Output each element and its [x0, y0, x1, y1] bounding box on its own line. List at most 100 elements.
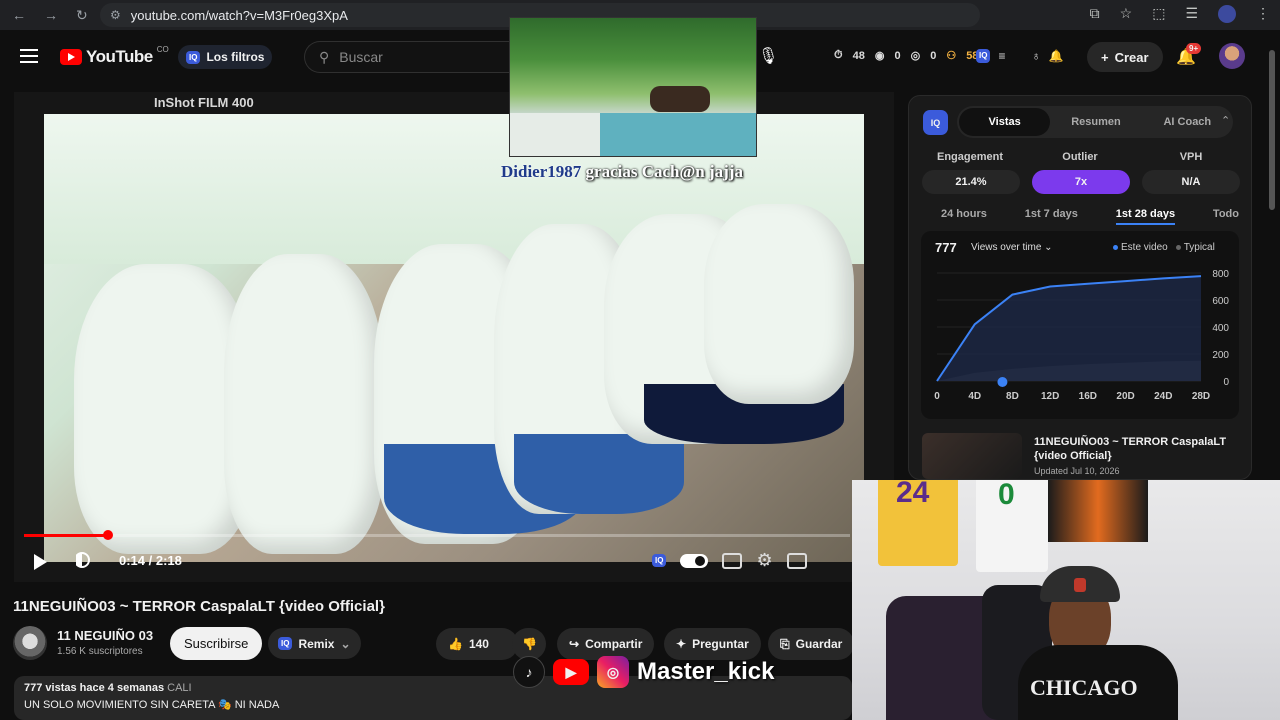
like-button[interactable]: 👍 140: [436, 628, 518, 660]
range-28d[interactable]: 1st 28 days: [1115, 208, 1176, 225]
cap-logo: [1074, 578, 1086, 592]
browser-nav: ← → ↻: [0, 7, 100, 24]
play-icon[interactable]: [34, 554, 47, 570]
create-label: Crear: [1114, 49, 1149, 65]
browser-menu-icon[interactable]: ⋮: [1256, 5, 1270, 23]
iq-ext-icon[interactable]: IQ: [976, 49, 991, 63]
bookmark-icon: ⎘: [780, 636, 790, 651]
progress-bar[interactable]: [24, 530, 850, 540]
x-tick-label: 24D: [1154, 391, 1172, 402]
metric-label-outlier: Outlier: [1062, 151, 1098, 163]
upload-marker-icon: [997, 377, 1008, 387]
white-jersey: 0: [976, 480, 1048, 572]
alert-icon[interactable]: 🔔: [1048, 49, 1063, 63]
yellow-jersey: 24: [878, 480, 958, 566]
extension-icons: IQ ≡ ♁ 🔔: [976, 49, 1063, 63]
trophy-icon[interactable]: ♁: [1031, 49, 1040, 63]
remix-button[interactable]: IQ Remix ⌄: [268, 628, 361, 659]
chat-username: Didier1987: [501, 162, 582, 181]
settings-gear-icon[interactable]: ⚙: [756, 550, 772, 571]
film-watermark: InShot FILM 400: [154, 95, 254, 110]
description-line: UN SOLO MOVIMIENTO SIN CARETA 🎭 NI NADA: [24, 699, 280, 711]
reload-icon[interactable]: ↻: [76, 7, 88, 24]
filters-button[interactable]: IQ Los filtros: [178, 45, 273, 69]
series-this-video-area: [937, 276, 1201, 381]
site-info-icon[interactable]: ⚙: [110, 8, 121, 22]
subscribe-button[interactable]: Suscribirse: [170, 627, 263, 660]
miniplayer-icon[interactable]: [786, 552, 807, 569]
jersey1-number: 24: [896, 480, 930, 509]
metric-value-vph: N/A: [1142, 170, 1240, 194]
cast-icon[interactable]: ⧉: [1090, 5, 1100, 23]
reading-list-icon[interactable]: ☰: [1185, 5, 1198, 23]
analytics-panel: IQ Vistas Resumen AI Coach ⌃ Engagement …: [908, 95, 1252, 480]
browser-profile-icon[interactable]: [1218, 5, 1236, 23]
range-24h[interactable]: 24 hours: [941, 208, 987, 225]
metric-label-vph: VPH: [1179, 151, 1203, 163]
y-tick-label: 0: [1223, 377, 1229, 388]
autoplay-toggle[interactable]: [680, 553, 709, 568]
sparkle-icon: ✦: [676, 637, 687, 651]
thumbs-down-icon: 👎: [522, 637, 537, 651]
youtube-logo[interactable]: YouTube CO: [60, 44, 169, 67]
range-selector: 24 hours 1st 7 days 1st 28 days Todo: [923, 208, 1239, 225]
youtube-play-icon: [60, 49, 82, 65]
forward-icon[interactable]: →: [44, 7, 58, 24]
save-button[interactable]: ⎘ Guardar: [768, 628, 855, 660]
tab-ai-coach[interactable]: AI Coach: [1142, 116, 1233, 128]
list-icon[interactable]: ≡: [998, 49, 1005, 63]
progress-fill: [24, 534, 107, 537]
notifications-bell-icon[interactable]: 🔔 9+: [1176, 43, 1202, 67]
country-code: CO: [156, 44, 169, 54]
back-icon[interactable]: ←: [12, 7, 26, 24]
related-video[interactable]: 11NEGUIÑO03 ~ TERROR CaspalaLT {video Of…: [922, 433, 1252, 479]
tab-resumen[interactable]: Resumen: [1050, 116, 1141, 128]
pip-overlay-video: [509, 17, 757, 157]
related-title[interactable]: 11NEGUIÑO03 ~ TERROR CaspalaLT {video Of…: [1034, 435, 1234, 463]
time-display: 0:14 / 2:18: [119, 553, 182, 568]
x-tick-label: 4D: [968, 391, 981, 402]
range-7d[interactable]: 1st 7 days: [1025, 208, 1078, 225]
volume-icon[interactable]: [74, 552, 90, 568]
desc-location: CALI: [167, 682, 192, 694]
player-controls: 0:14 / 2:18 IQ ⚙: [14, 544, 894, 580]
related-thumbnail[interactable]: [922, 433, 1022, 479]
metric-label-engagement: Engagement: [936, 151, 1003, 163]
captions-icon[interactable]: [722, 552, 743, 569]
tab-vistas[interactable]: Vistas: [959, 108, 1051, 136]
iq-player-icon[interactable]: IQ: [652, 554, 667, 567]
create-button[interactable]: + Crear: [1087, 42, 1163, 72]
logo-text: YouTube: [86, 47, 153, 66]
tiktok-icon: ♪: [513, 656, 545, 688]
hamburger-menu-icon[interactable]: [20, 49, 38, 63]
x-tick-label: 0: [934, 391, 940, 402]
video-player[interactable]: InShot FILM 400 0:14 / 2:18 IQ ⚙: [14, 92, 894, 582]
chevron-up-icon[interactable]: ⌃: [1221, 114, 1230, 127]
channel-avatar[interactable]: [13, 626, 47, 660]
range-all[interactable]: Todo: [1213, 208, 1239, 225]
notification-count: 9+: [1186, 43, 1202, 54]
microphone-icon[interactable]: 🎙: [758, 46, 778, 66]
eye-outline-icon: ◎: [910, 50, 921, 62]
extensions-icon[interactable]: ⬚: [1152, 5, 1165, 23]
x-tick-label: 28D: [1192, 391, 1210, 402]
progress-scrubber[interactable]: [102, 530, 113, 540]
account-avatar[interactable]: [1219, 43, 1245, 69]
search-input[interactable]: ⚲ Buscar: [304, 41, 514, 73]
webcam-overlay: 24 0 CHICAGO: [852, 480, 1280, 720]
pip-wall: [510, 113, 600, 156]
plus-icon: +: [1101, 49, 1109, 65]
ask-label: Preguntar: [692, 637, 749, 651]
channel-name[interactable]: 11 NEGUIÑO 03: [57, 628, 153, 643]
y-tick-label: 600: [1212, 296, 1229, 307]
panel-tabs: Vistas Resumen AI Coach: [957, 106, 1233, 138]
pip-pool: [600, 113, 756, 156]
search-placeholder: Buscar: [339, 49, 383, 65]
scrollbar-thumb[interactable]: [1269, 50, 1275, 210]
sneaker-2: [224, 254, 384, 554]
bookmark-star-icon[interactable]: ☆: [1120, 5, 1133, 23]
clock-icon: ⏱: [834, 49, 843, 61]
share-label: Compartir: [585, 637, 643, 651]
video-title: 11NEGUIÑO03 ~ TERROR CaspalaLT {video Of…: [13, 598, 385, 615]
remix-label: Remix: [298, 636, 335, 651]
